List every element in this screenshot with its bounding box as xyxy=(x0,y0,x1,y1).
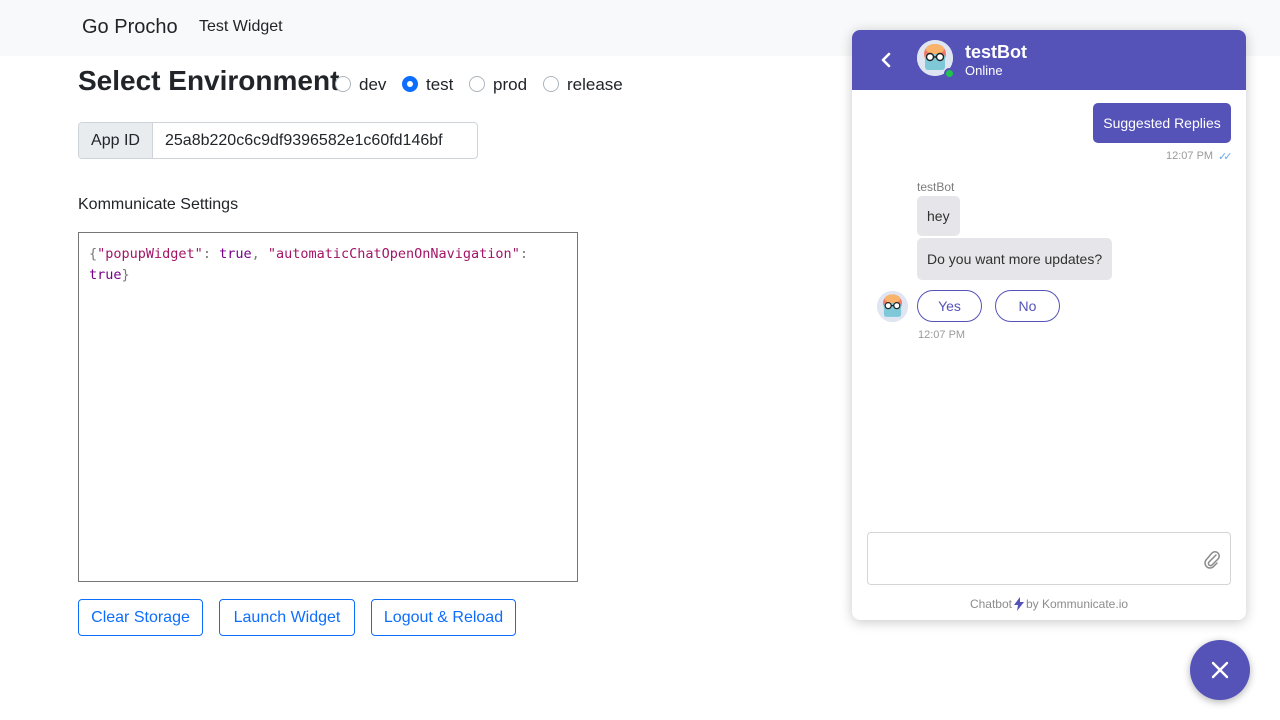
radio-label-dev[interactable]: dev xyxy=(359,75,386,95)
close-icon xyxy=(1211,661,1229,679)
radio-test[interactable] xyxy=(402,76,418,92)
powered-by: Chatbot by Kommunicate.io xyxy=(852,597,1246,611)
powered-prefix: Chatbot xyxy=(969,597,1012,611)
select-environment-heading: Select Environment xyxy=(78,65,340,96)
launch-widget-button[interactable]: Launch Widget xyxy=(219,599,355,636)
clear-storage-button[interactable]: Clear Storage xyxy=(78,599,203,636)
radio-prod[interactable] xyxy=(469,76,485,92)
double-check-icon: ✓✓ xyxy=(1218,151,1233,163)
online-status-dot xyxy=(944,68,955,79)
quick-reply-yes-button[interactable]: Yes xyxy=(917,290,982,322)
chat-close-button[interactable] xyxy=(1190,640,1250,700)
bot-message-avatar-icon xyxy=(877,291,908,322)
bot-name: testBot xyxy=(965,42,1027,62)
settings-value-navigation: true xyxy=(89,267,122,283)
message-input[interactable] xyxy=(867,532,1231,585)
navbar-brand[interactable]: Go Procho xyxy=(82,16,178,39)
settings-key-popup: "popupWidget" xyxy=(97,246,203,262)
radio-label-prod[interactable]: prod xyxy=(493,75,527,95)
sender-name: testBot xyxy=(917,180,955,194)
settings-key-navigation: "automaticChatOpenOnNavigation" xyxy=(267,246,520,262)
settings-value-popup: true xyxy=(219,246,252,262)
radio-dev[interactable] xyxy=(335,76,351,92)
chat-widget: testBot Online Suggested Replies 12:07 P… xyxy=(852,30,1246,620)
paperclip-icon[interactable] xyxy=(1203,550,1221,570)
powered-suffix[interactable]: by Kommunicate.io xyxy=(1026,597,1128,611)
chevron-left-icon[interactable] xyxy=(876,50,896,70)
incoming-message: hey xyxy=(917,196,960,236)
settings-label: Kommunicate Settings xyxy=(78,196,239,213)
app-id-input[interactable]: 25a8b220c6c9df9396582e1c60fd146bf xyxy=(165,123,443,158)
incoming-timestamp: 12:07 PM xyxy=(918,329,966,341)
radio-label-release[interactable]: release xyxy=(567,75,623,95)
settings-editor[interactable]: {"popupWidget": true, "automaticChatOpen… xyxy=(78,232,578,582)
incoming-message: Do you want more updates? xyxy=(917,238,1113,280)
outgoing-message: Suggested Replies xyxy=(1093,103,1231,143)
chat-header: testBot Online xyxy=(852,30,1246,90)
quick-reply-no-button[interactable]: No xyxy=(995,290,1060,322)
radio-release[interactable] xyxy=(543,76,559,92)
app-id-input-group: App ID 25a8b220c6c9df9396582e1c60fd146bf xyxy=(78,122,478,159)
radio-label-test[interactable]: test xyxy=(426,75,453,95)
outgoing-timestamp: 12:07 PM xyxy=(1166,150,1214,162)
app-id-label: App ID xyxy=(79,123,153,158)
bot-status: Online xyxy=(965,63,1003,78)
logout-reload-button[interactable]: Logout & Reload xyxy=(371,599,516,636)
nav-link-test-widget[interactable]: Test Widget xyxy=(199,18,283,36)
lightning-icon xyxy=(1013,597,1024,611)
